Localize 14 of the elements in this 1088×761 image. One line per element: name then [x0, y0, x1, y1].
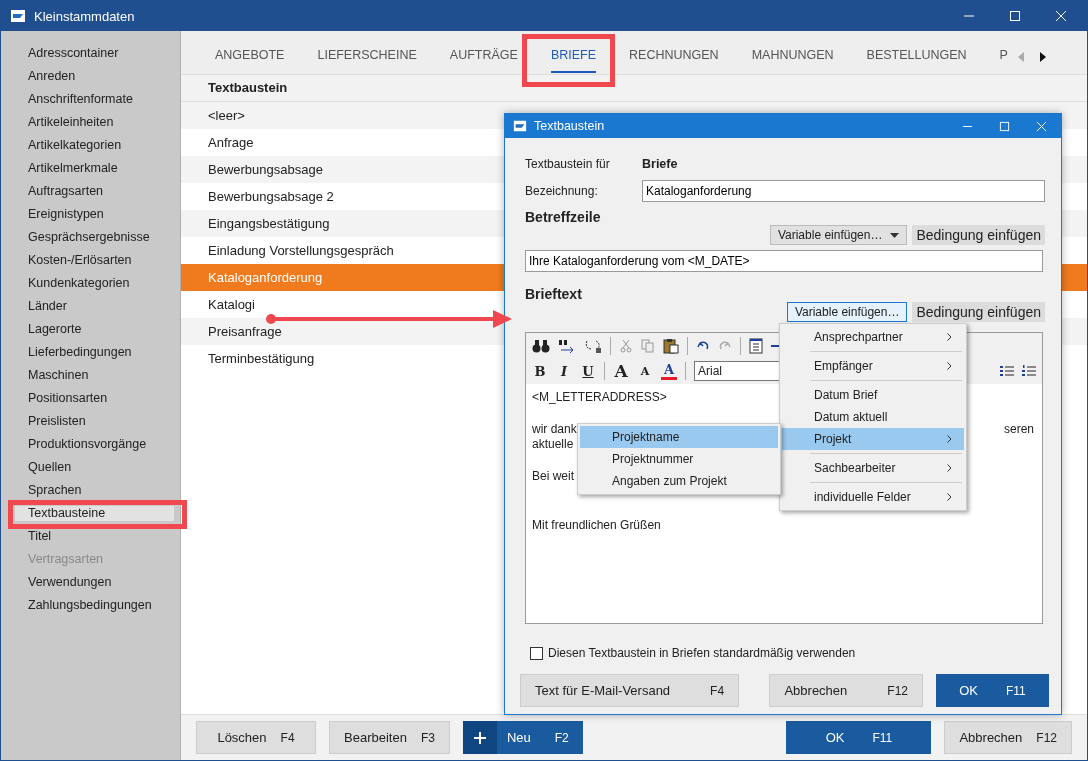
- section-heading: Betreffzeile: [525, 209, 602, 225]
- letter-text: <M_LETTERADDRESS>: [532, 390, 667, 405]
- dialog-title: Textbaustein: [534, 119, 605, 133]
- field-label: Textbaustein für: [525, 156, 611, 171]
- section-heading: Brieftext: [525, 286, 583, 302]
- letter-text: Bei weit: [532, 469, 575, 484]
- letter-text: wir dank: [532, 422, 577, 437]
- letter-text: aktuelle: [532, 437, 574, 452]
- letter-text: seren: [1003, 422, 1034, 437]
- window-title: Kleinstammdaten: [34, 8, 135, 24]
- letter-text: Mit freundlichen Grüßen: [532, 518, 661, 533]
- checkbox-label: Diesen Textbaustein in Briefen standardmäßig verwenden: [548, 646, 856, 660]
- field-value: Briefe: [642, 156, 678, 171]
- field-label: Bezeichnung:: [525, 183, 599, 198]
